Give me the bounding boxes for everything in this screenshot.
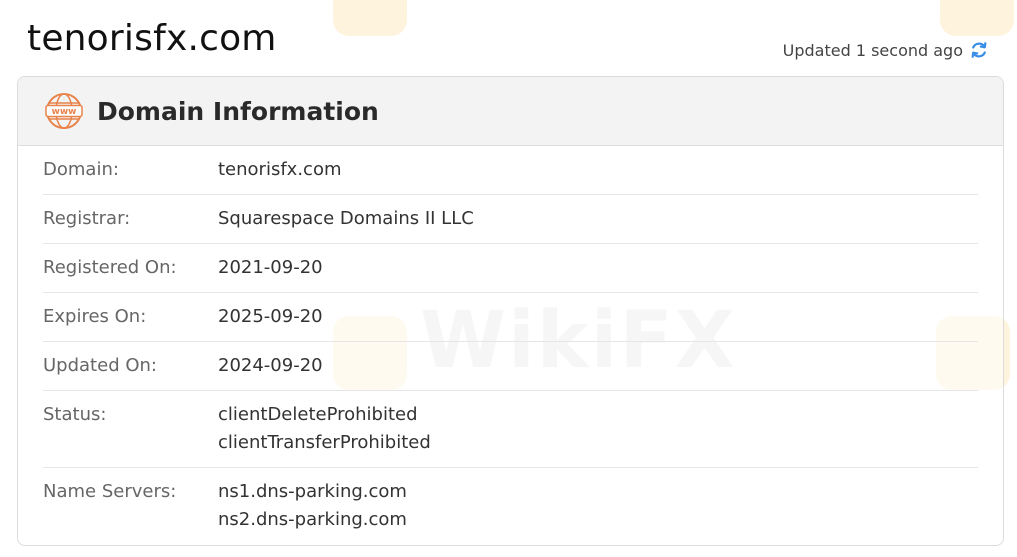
svg-text:www: www — [52, 107, 77, 117]
card-header: www Domain Information — [18, 77, 1003, 146]
www-icon: www — [45, 92, 83, 130]
name-server-value: ns1.dns-parking.com — [218, 481, 407, 502]
row-updated-on: Updated On: 2024-09-20 — [43, 342, 978, 391]
row-label: Domain: — [43, 159, 119, 180]
row-value: tenorisfx.com — [218, 159, 342, 180]
row-value: clientDeleteProhibited clientTransferPro… — [218, 401, 431, 457]
card-title: Domain Information — [97, 96, 379, 126]
info-table: Domain: tenorisfx.com Registrar: Squares… — [18, 146, 1003, 544]
domain-info-card: www Domain Information Domain: tenorisfx… — [17, 76, 1004, 546]
row-label: Name Servers: — [43, 481, 177, 502]
row-label: Status: — [43, 404, 107, 425]
row-label: Expires On: — [43, 306, 147, 327]
row-value: 2021-09-20 — [218, 257, 323, 278]
row-registrar: Registrar: Squarespace Domains II LLC — [43, 195, 978, 244]
row-value: ns1.dns-parking.com ns2.dns-parking.com — [218, 478, 407, 534]
update-status: Updated 1 second ago — [783, 40, 989, 60]
row-value: Squarespace Domains II LLC — [218, 208, 474, 229]
page-title: tenorisfx.com — [27, 18, 277, 59]
row-domain: Domain: tenorisfx.com — [43, 146, 978, 195]
updated-text: Updated 1 second ago — [782, 40, 963, 60]
status-value: clientTransferProhibited — [218, 432, 431, 453]
status-value: clientDeleteProhibited — [218, 404, 418, 425]
row-label: Updated On: — [43, 355, 157, 376]
refresh-icon[interactable] — [969, 40, 989, 60]
row-name-servers: Name Servers: ns1.dns-parking.com ns2.dn… — [43, 468, 978, 544]
page-header: tenorisfx.com Updated 1 second ago — [0, 0, 1017, 76]
row-status: Status: clientDeleteProhibited clientTra… — [43, 391, 978, 468]
row-registered-on: Registered On: 2021-09-20 — [43, 244, 978, 293]
row-value: 2025-09-20 — [218, 306, 323, 327]
row-label: Registered On: — [43, 257, 177, 278]
row-expires-on: Expires On: 2025-09-20 — [43, 293, 978, 342]
row-value: 2024-09-20 — [218, 355, 323, 376]
row-label: Registrar: — [43, 208, 131, 229]
name-server-value: ns2.dns-parking.com — [218, 509, 407, 530]
